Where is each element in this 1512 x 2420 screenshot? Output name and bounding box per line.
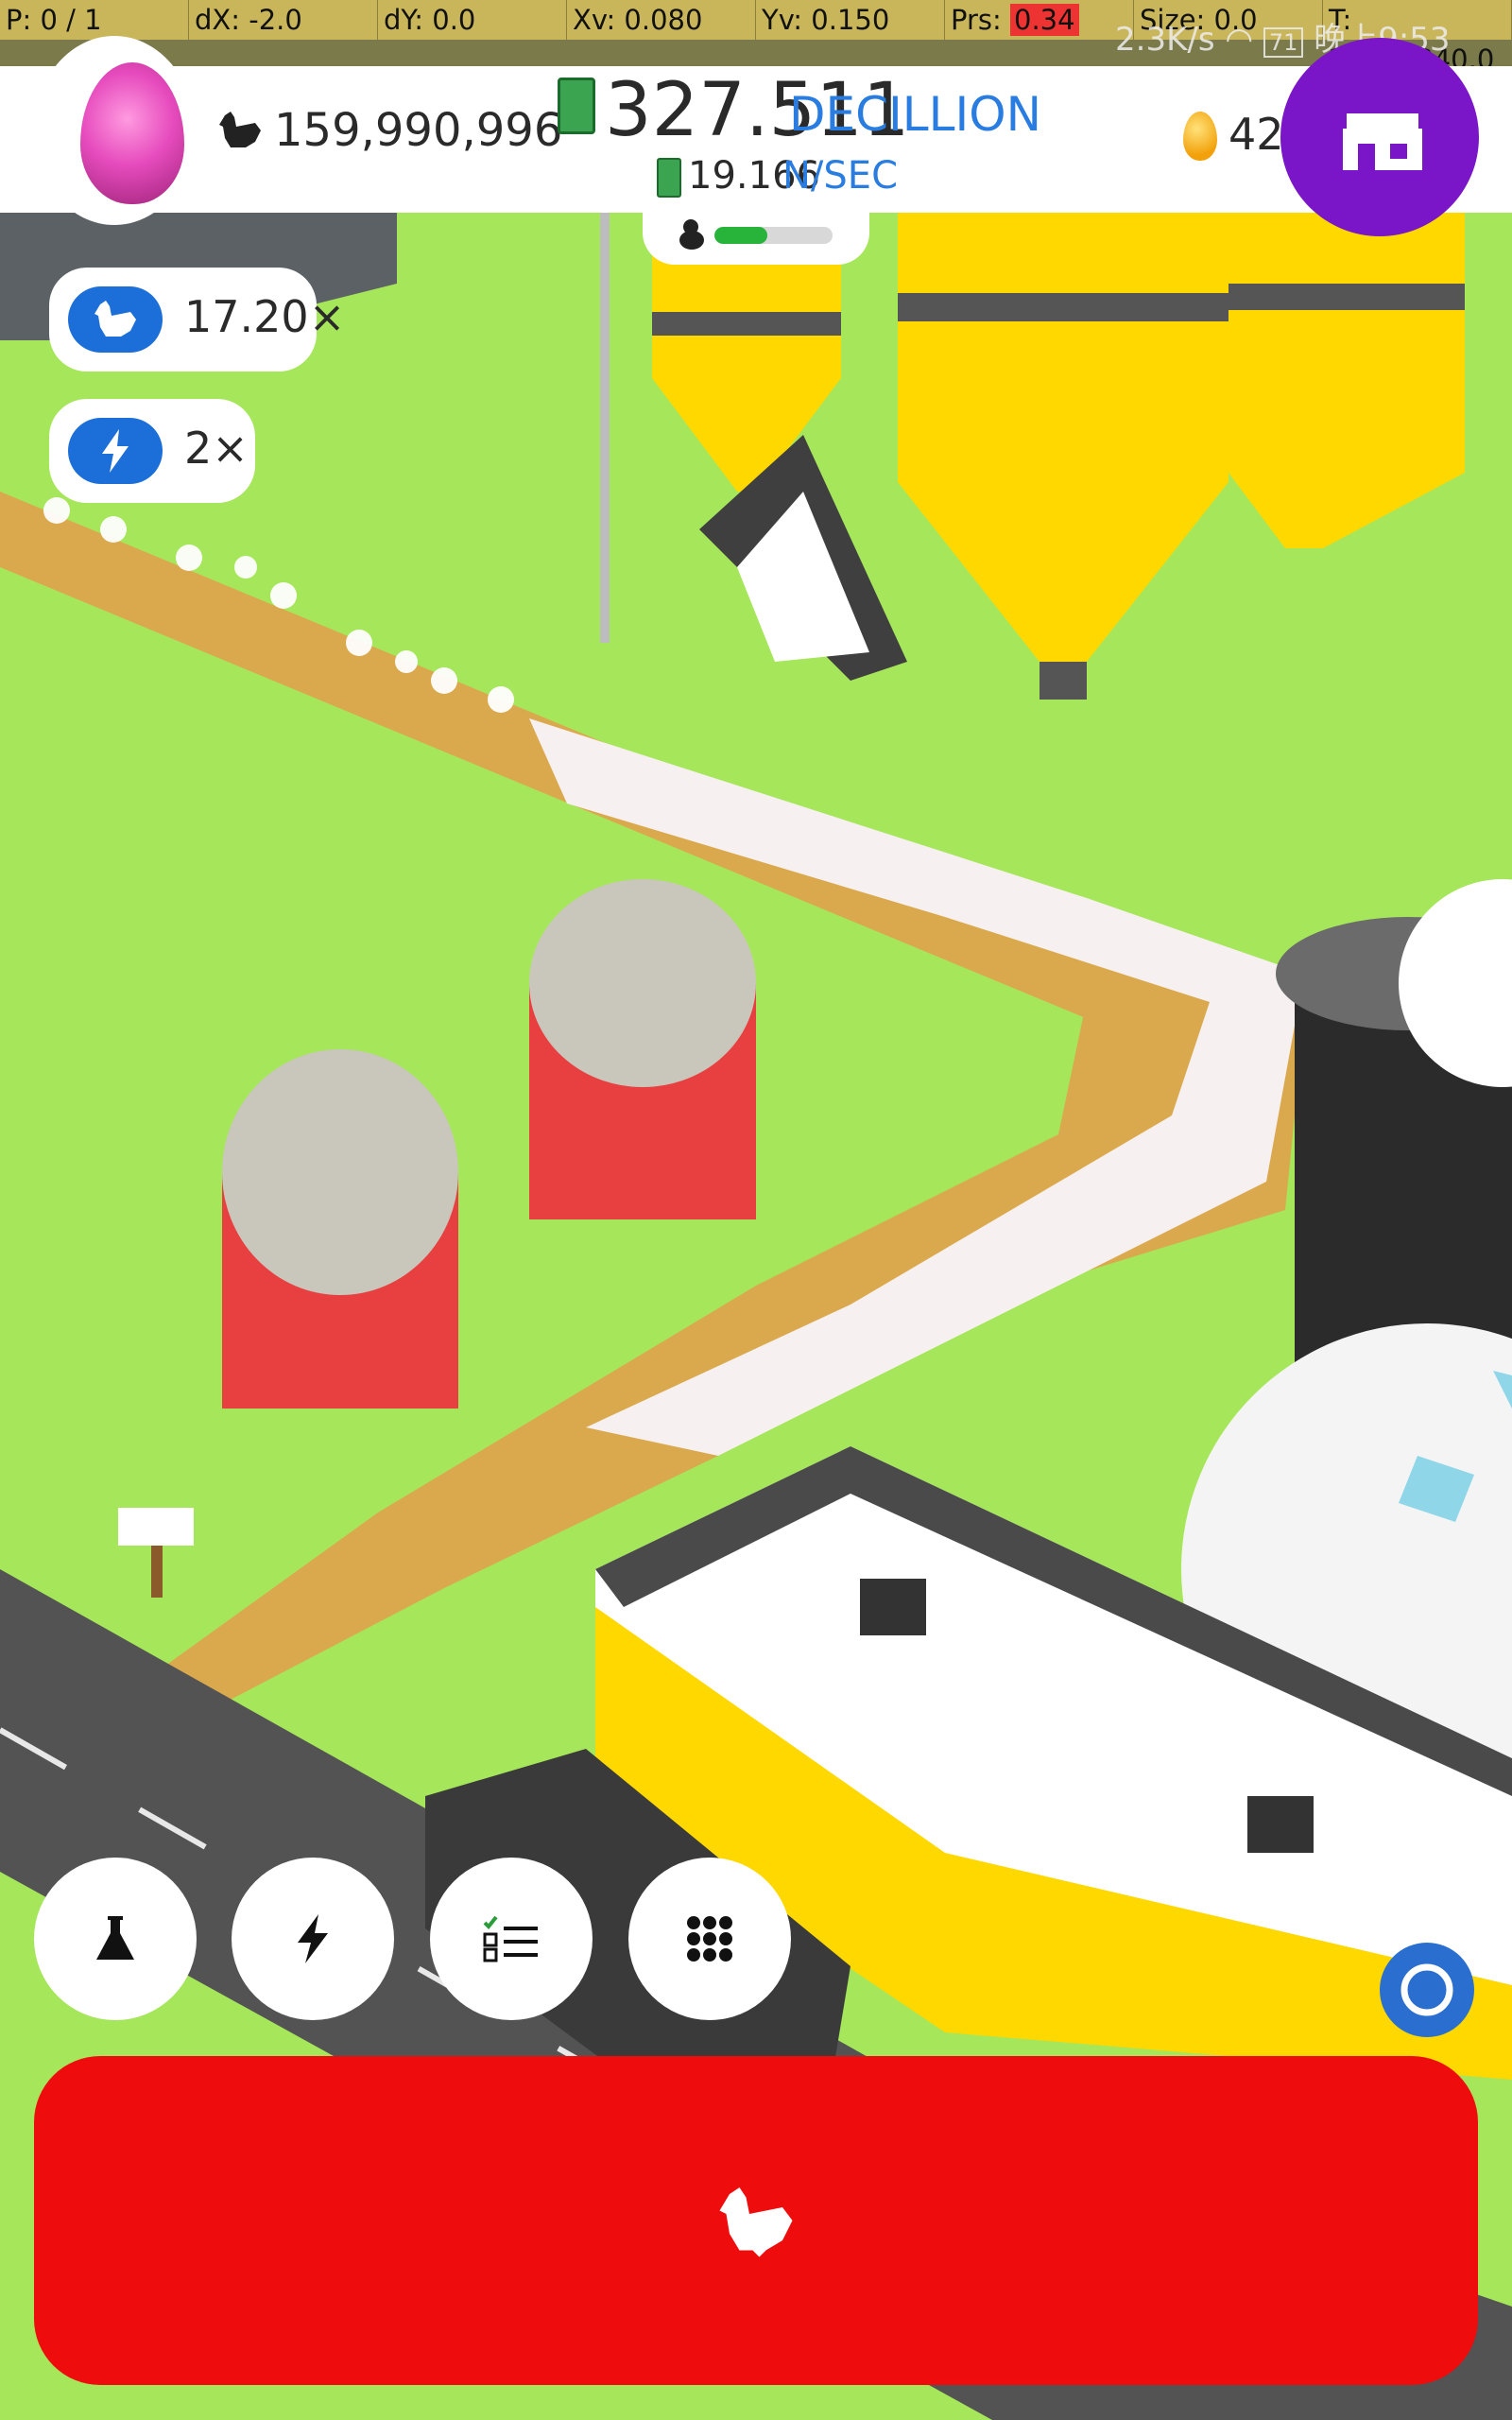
missions-button[interactable]: [430, 1858, 593, 2020]
money-unit: DECILLION: [789, 87, 1041, 142]
debug-xv: Xv: 0.080: [567, 0, 756, 40]
speed-boost-badge: [68, 418, 163, 484]
wifi-icon: ◠: [1225, 21, 1254, 59]
shop-button[interactable]: [1280, 38, 1479, 236]
earning-rate-unit: N/SEC: [782, 154, 898, 198]
chicken-icon: [719, 2187, 793, 2257]
grid-icon: [687, 1916, 732, 1962]
circle-icon: [1400, 1963, 1453, 2016]
debug-pressure: Prs: 0.34: [945, 0, 1134, 40]
debug-dx: dX: -2.0: [189, 0, 378, 40]
debug-dy: dY: 0.0: [378, 0, 567, 40]
habitat-capacity-fill: [714, 227, 768, 244]
flask-icon: [96, 1916, 134, 1960]
chicken-multiplier: 17.20×: [184, 291, 346, 342]
golden-egg-count: 42: [1228, 109, 1284, 160]
camera-toggle-button[interactable]: [1380, 1943, 1474, 2037]
checklist-icon: [483, 1915, 538, 1962]
chicken-icon: [94, 301, 136, 337]
cash-icon: [558, 78, 595, 134]
habitat-capacity-bar: [714, 227, 833, 244]
speed-multiplier: 2×: [184, 423, 249, 474]
network-speed: 2.3K/s: [1115, 21, 1215, 59]
shop-icon: [1343, 113, 1422, 170]
menu-button[interactable]: [628, 1858, 791, 2020]
cash-icon: [657, 158, 681, 198]
debug-pointer: P: 0 / 1: [0, 0, 189, 40]
chick-icon: [679, 219, 704, 250]
chicken-icon: [219, 112, 261, 147]
chicken-count: 159,990,996: [274, 104, 563, 157]
golden-egg-icon: [1183, 112, 1217, 161]
lightning-icon: [102, 429, 129, 473]
research-button[interactable]: [34, 1858, 197, 2020]
boost-button[interactable]: [232, 1858, 394, 2020]
chicken-boost-badge: [68, 286, 163, 353]
debug-yv: Yv: 0.150: [756, 0, 945, 40]
hatch-chicken-button[interactable]: [34, 2056, 1478, 2385]
lightning-icon: [298, 1914, 328, 1963]
